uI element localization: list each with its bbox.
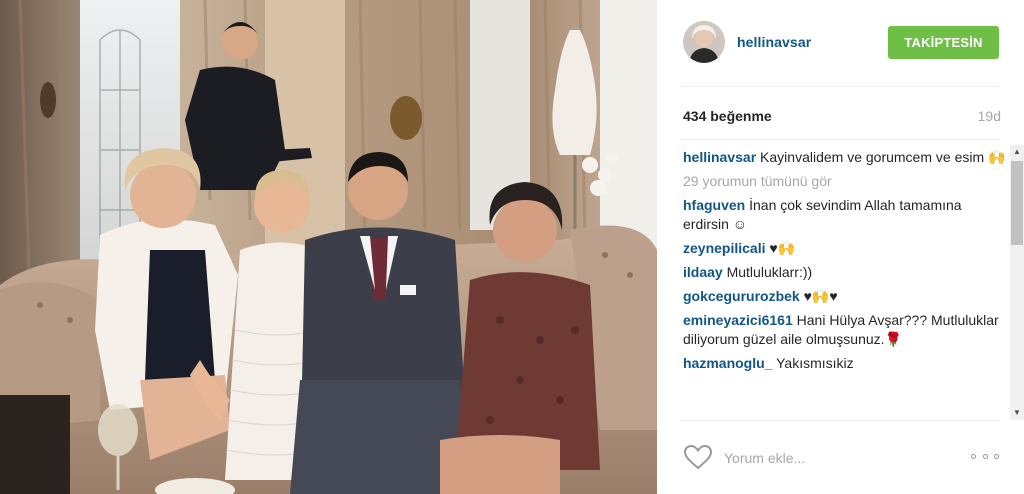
avatar[interactable] bbox=[683, 21, 725, 63]
comments-scrollbar[interactable]: ▲ ▼ bbox=[1010, 145, 1024, 420]
comment-username[interactable]: hfaguven bbox=[683, 197, 745, 213]
likes-row: 434 beğenme 19d bbox=[683, 108, 1001, 128]
caption: hellinavsar Kayinvalidem ve gorumcem ve … bbox=[683, 148, 1008, 167]
list-item: hfaguven İnan çok sevindim Allah tamamın… bbox=[683, 196, 1008, 234]
wedding-group-photo bbox=[0, 0, 657, 494]
list-item: emineyazici6161 Hani Hülya Avşar??? Mutl… bbox=[683, 311, 1008, 349]
comment-username[interactable]: ildaay bbox=[683, 264, 723, 280]
likes-divider bbox=[681, 139, 999, 140]
comment-username[interactable]: emineyazici6161 bbox=[683, 312, 793, 328]
following-button[interactable]: TAKİPTESİN bbox=[888, 26, 999, 59]
list-item: hazmanoglu_ Yakısmısıkiz bbox=[683, 354, 1008, 373]
post-photo[interactable] bbox=[0, 0, 657, 494]
comment-text: Mutluluklarr:)) bbox=[726, 264, 813, 280]
scroll-down-arrow-icon[interactable]: ▼ bbox=[1010, 406, 1024, 420]
caption-username[interactable]: hellinavsar bbox=[683, 149, 756, 165]
comment-username[interactable]: zeynepilicali bbox=[683, 240, 765, 256]
add-comment-input[interactable] bbox=[724, 448, 944, 468]
post-timestamp[interactable]: 19d bbox=[978, 108, 1001, 124]
list-item: gokcegururozbek ♥🙌♥ bbox=[683, 287, 1008, 306]
view-all-comments-link[interactable]: 29 yorumun tümünü gör bbox=[683, 172, 1008, 191]
comment-username[interactable]: gokcegururozbek bbox=[683, 288, 800, 304]
list-item: zeynepilicali ♥🙌 bbox=[683, 239, 1008, 258]
more-options-icon[interactable] bbox=[971, 450, 999, 462]
comment-username[interactable]: hazmanoglu_ bbox=[683, 355, 772, 371]
scroll-up-arrow-icon[interactable]: ▲ bbox=[1010, 145, 1024, 159]
likes-count[interactable]: 434 beğenme bbox=[683, 108, 772, 124]
scroll-thumb[interactable] bbox=[1011, 161, 1023, 245]
post-details-panel: hellinavsar TAKİPTESİN 434 beğenme 19d h… bbox=[657, 0, 1024, 494]
list-item: ildaay Mutluluklarr:)) bbox=[683, 263, 1008, 282]
heart-outline-icon[interactable] bbox=[683, 444, 713, 470]
caption-text: Kayinvalidem ve gorumcem ve esim 🙌 bbox=[760, 149, 1006, 165]
comment-text: ♥🙌 bbox=[769, 240, 796, 256]
comment-footer bbox=[657, 420, 1024, 494]
post-header: hellinavsar TAKİPTESİN bbox=[657, 0, 1024, 86]
comment-text: ♥🙌♥ bbox=[803, 288, 838, 304]
instagram-post-modal: hellinavsar TAKİPTESİN 434 beğenme 19d h… bbox=[0, 0, 1024, 494]
comments-list[interactable]: hellinavsar Kayinvalidem ve gorumcem ve … bbox=[683, 148, 1008, 416]
comment-text: Yakısmısıkiz bbox=[776, 355, 854, 371]
header-divider bbox=[681, 86, 999, 87]
username-link[interactable]: hellinavsar bbox=[737, 34, 811, 50]
